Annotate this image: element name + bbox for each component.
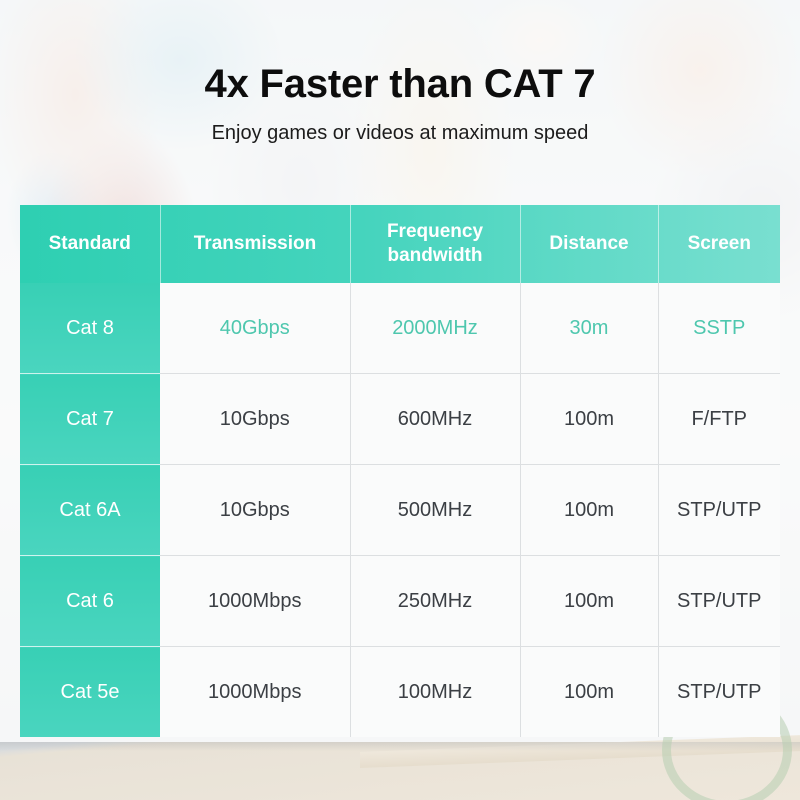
cell-transmission: 1000Mbps — [160, 646, 351, 737]
table-row: Cat 5e 1000Mbps 100MHz 100m STP/UTP — [20, 646, 780, 737]
column-header-screen: Screen — [687, 233, 751, 254]
cell-distance: 100m — [520, 646, 659, 737]
cell-transmission: 10Gbps — [160, 373, 351, 465]
cell-standard: Cat 8 — [20, 283, 160, 374]
page-title: 4x Faster than CAT 7 — [204, 62, 596, 106]
column-header-distance: Distance — [520, 205, 659, 283]
column-header-frequency-line1: Frequency — [386, 221, 484, 242]
cell-distance: 100m — [520, 464, 659, 556]
cell-screen: F/FTP — [658, 373, 780, 465]
table-row: Cat 7 10Gbps 600MHz 100m F/FTP — [20, 373, 780, 465]
cell-screen: STP/UTP — [658, 555, 780, 647]
cell-standard: Cat 6 — [20, 555, 160, 647]
hero-text-block: 4x Faster than CAT 7 Enjoy games or vide… — [0, 58, 800, 146]
cell-frequency: 250MHz — [350, 555, 521, 647]
table-header: Standard Transmission Frequency bandwidt… — [20, 205, 780, 283]
cell-frequency: 100MHz — [350, 646, 521, 737]
cell-screen: STP/UTP — [658, 646, 780, 737]
cell-frequency: 2000MHz — [350, 283, 521, 374]
cell-transmission: 1000Mbps — [160, 555, 351, 647]
column-header-frequency-line2: bandwidth — [387, 245, 483, 266]
page-subtitle: Enjoy games or videos at maximum speed — [211, 122, 589, 144]
cell-screen: SSTP — [658, 283, 780, 374]
cell-screen: STP/UTP — [658, 464, 780, 556]
cell-transmission: 40Gbps — [160, 283, 351, 374]
cell-standard: Cat 7 — [20, 373, 160, 465]
cell-distance: 100m — [520, 373, 659, 465]
promo-banner: 4x Faster than CAT 7 Enjoy games or vide… — [0, 0, 800, 800]
table-row: Cat 6A 10Gbps 500MHz 100m STP/UTP — [20, 464, 780, 556]
cell-transmission: 10Gbps — [160, 464, 351, 556]
cell-distance: 30m — [520, 283, 659, 374]
table-row: Cat 6 1000Mbps 250MHz 100m STP/UTP — [20, 555, 780, 647]
cell-standard: Cat 5e — [20, 646, 160, 737]
table-row: Cat 8 40Gbps 2000MHz 30m SSTP — [20, 283, 780, 374]
column-header-frequency-bandwidth: Frequency bandwidth — [350, 205, 521, 283]
column-header-transmission: Transmission — [160, 205, 351, 283]
table-body: Cat 8 40Gbps 2000MHz 30m SSTP Cat 7 10Gb… — [20, 283, 780, 737]
cell-frequency: 600MHz — [350, 373, 521, 465]
cell-frequency: 500MHz — [350, 464, 521, 556]
cell-standard: Cat 6A — [20, 464, 160, 556]
cell-distance: 100m — [520, 555, 659, 647]
column-header-standard: Standard — [20, 205, 161, 283]
table-header-row: Standard Transmission Frequency bandwidt… — [20, 205, 780, 283]
cable-specification-table: Standard Transmission Frequency bandwidt… — [20, 205, 780, 737]
